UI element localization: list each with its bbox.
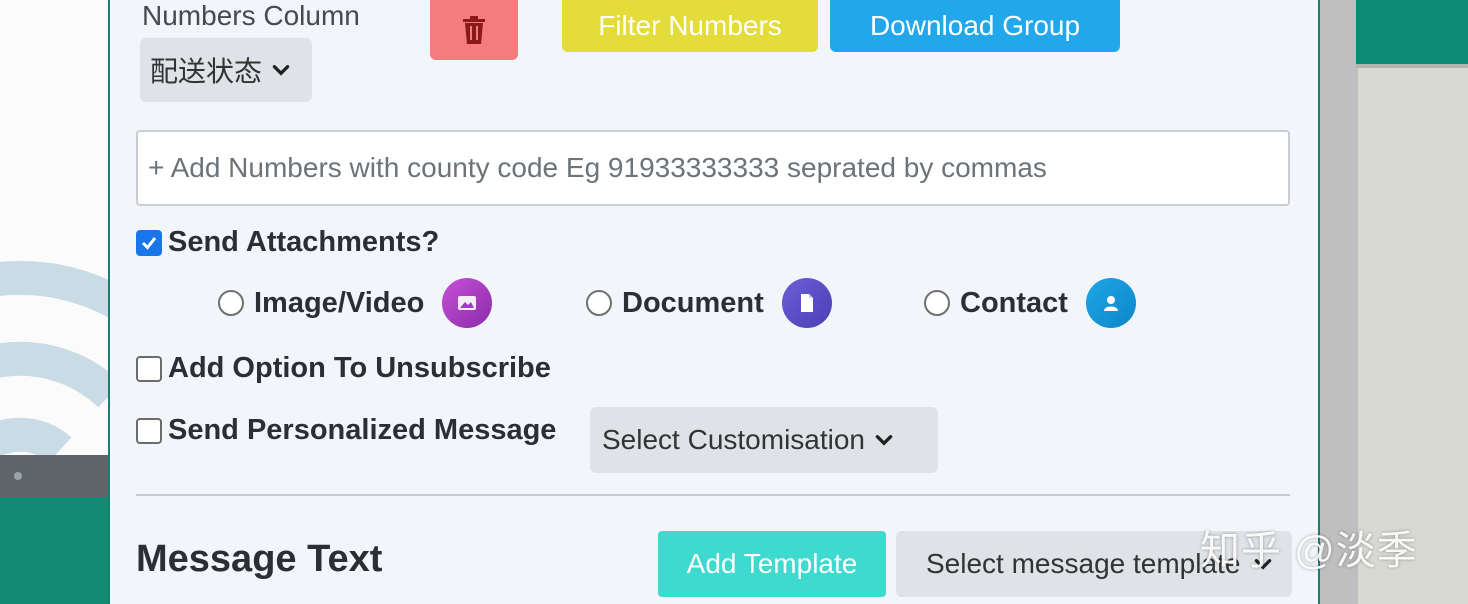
personalized-message-label: Send Personalized Message	[168, 414, 557, 446]
customisation-select[interactable]: Select Customisation	[590, 407, 938, 473]
unsubscribe-label: Add Option To Unsubscribe	[168, 352, 551, 384]
watermark: 知乎 @淡季	[1200, 529, 1418, 573]
document-radio[interactable]	[586, 290, 612, 316]
filter-numbers-button[interactable]: Filter Numbers	[562, 0, 818, 52]
send-attachments-checkbox[interactable]	[136, 229, 162, 256]
download-group-button[interactable]: Download Group	[830, 0, 1120, 52]
numbers-column-select-value: 配送状态	[150, 56, 263, 87]
message-template-select-value: Select message template	[926, 548, 1241, 579]
attachment-option-document[interactable]: Document	[586, 278, 832, 328]
document-icon[interactable]	[781, 278, 832, 328]
background-divider	[1356, 64, 1468, 68]
numbers-column-select[interactable]: 配送状态	[140, 38, 312, 102]
image-icon[interactable]	[442, 278, 493, 328]
checkmark-icon	[141, 236, 157, 250]
numbers-column-label: Numbers Column	[142, 0, 360, 31]
send-attachments-label: Send Attachments?	[168, 226, 440, 258]
section-divider	[136, 494, 1290, 496]
unsubscribe-option-row[interactable]: Add Option To Unsubscribe	[136, 352, 551, 385]
trash-icon	[463, 16, 485, 44]
image-video-radio[interactable]	[218, 290, 244, 316]
document-label: Document	[622, 286, 764, 319]
personalized-message-checkbox[interactable]	[136, 417, 162, 444]
numbers-input[interactable]	[136, 130, 1290, 206]
background-page-left	[0, 0, 108, 604]
contact-label: Contact	[960, 286, 1068, 319]
contact-radio[interactable]	[924, 290, 950, 316]
message-text-heading: Message Text	[136, 538, 383, 580]
chevron-down-icon	[875, 435, 893, 446]
bulk-sender-panel: Numbers Column 配送状态 Filter Numbers Downl…	[108, 0, 1318, 604]
personalized-message-row[interactable]: Send Personalized Message	[136, 414, 556, 447]
background-footer	[0, 497, 108, 604]
add-template-button[interactable]: Add Template	[658, 531, 886, 597]
attachment-option-image[interactable]: Image/Video	[218, 278, 493, 328]
unsubscribe-checkbox[interactable]	[136, 355, 162, 382]
send-attachments-row[interactable]: Send Attachments?	[136, 226, 439, 259]
background-header	[1356, 0, 1468, 64]
image-video-label: Image/Video	[254, 286, 425, 319]
background-bar	[0, 455, 108, 497]
contact-icon[interactable]	[1085, 278, 1136, 328]
delete-column-button[interactable]	[430, 0, 518, 60]
customisation-select-value: Select Customisation	[602, 424, 866, 455]
chevron-down-icon	[272, 65, 290, 76]
panel-scrollbar[interactable]	[1318, 0, 1358, 604]
background-page-right	[1318, 0, 1468, 604]
attachment-option-contact[interactable]: Contact	[924, 278, 1136, 328]
status-dot	[14, 472, 22, 480]
